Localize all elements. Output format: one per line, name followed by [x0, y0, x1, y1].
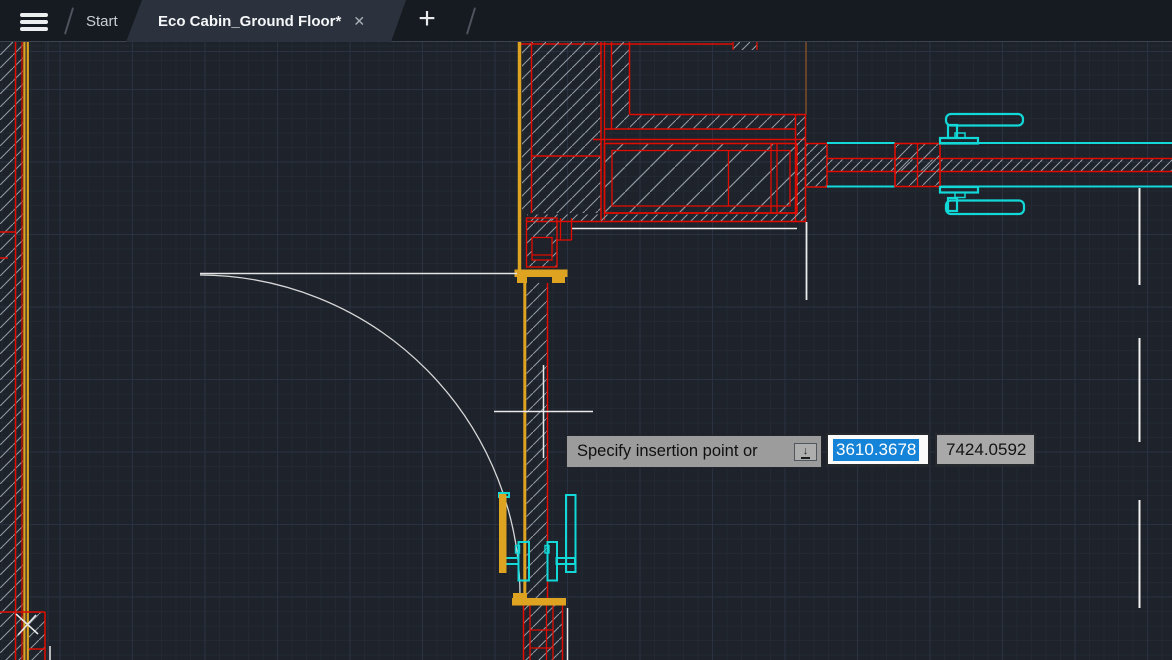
x-coordinate-value: 3610.3678: [833, 439, 919, 461]
dynamic-input-y-field[interactable]: 7424.0592: [935, 433, 1036, 466]
y-coordinate-value: 7424.0592: [946, 440, 1026, 460]
drawing-canvas[interactable]: [0, 42, 1172, 660]
tab-start[interactable]: Start: [78, 0, 126, 42]
door-head-jamb[interactable]: [515, 218, 572, 283]
dynamic-input-prompt: Specify insertion point or ↓: [566, 435, 822, 468]
sliding-door-leaf-right[interactable]: [827, 143, 1172, 187]
tab-separator-icon: /: [64, 7, 74, 34]
down-arrow-icon: ↓: [803, 446, 809, 456]
door-handle-top[interactable]: [940, 114, 1023, 144]
door-handle-right[interactable]: [545, 495, 576, 581]
tab-label: Eco Cabin_Ground Floor*: [158, 13, 341, 30]
left-wall-section[interactable]: [0, 42, 50, 660]
hamburger-menu-icon[interactable]: [20, 13, 48, 31]
wall-bottom-section[interactable]: [523, 606, 568, 660]
prompt-text: Specify insertion point or: [577, 442, 758, 460]
tab-separator-icon: [466, 7, 476, 34]
tab-start-label: Start: [86, 13, 118, 30]
down-arrow-underline: [801, 457, 810, 459]
file-tab-bar: / Start Eco Cabin_Ground Floor* ✕ +: [0, 0, 1172, 42]
door-swing-arc[interactable]: [200, 274, 520, 599]
top-wall-corner[interactable]: [520, 42, 828, 300]
close-tab-icon[interactable]: ✕: [353, 13, 365, 30]
new-tab-button[interactable]: +: [408, 0, 446, 42]
dynamic-input-x-field[interactable]: 3610.3678: [826, 433, 930, 466]
door-handle-bottom[interactable]: [940, 187, 1024, 214]
prompt-options-dropdown-button[interactable]: ↓: [794, 443, 817, 461]
cad-drawing: [0, 42, 1172, 660]
tab-eco-cabin-ground-floor[interactable]: Eco Cabin_Ground Floor* ✕: [126, 0, 406, 42]
